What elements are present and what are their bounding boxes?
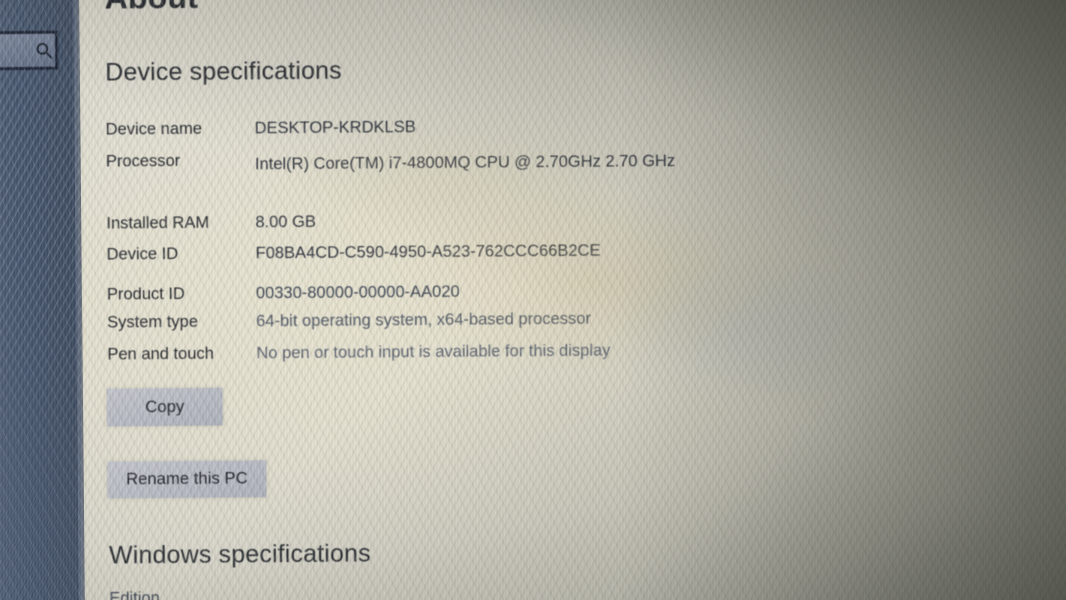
spec-row-installed-ram: Installed RAM 8.00 GB xyxy=(106,208,826,233)
spec-row-pen-and-touch: Pen and touch No pen or touch input is a… xyxy=(107,339,827,364)
spec-label-processor: Processor xyxy=(105,151,181,171)
spec-label-pen-and-touch: Pen and touch xyxy=(107,344,214,364)
spec-row-product-id: Product ID 00330-80000-00000-AA020 xyxy=(107,279,827,304)
spec-value-pen-and-touch: No pen or touch input is available for t… xyxy=(256,341,611,363)
spec-label-device-name: Device name xyxy=(105,119,203,139)
spec-value-installed-ram: 8.00 GB xyxy=(255,212,317,232)
spec-row-system-type: System type 64-bit operating system, x64… xyxy=(107,307,827,332)
windows-specifications-heading: Windows specifications xyxy=(108,539,371,570)
rename-this-pc-button[interactable]: Rename this PC xyxy=(107,460,267,499)
spec-label-product-id: Product ID xyxy=(106,284,185,304)
spec-value-processor: Intel(R) Core(TM) i7-4800MQ CPU @ 2.70GH… xyxy=(254,152,676,174)
spec-value-device-id: F08BA4CD-C590-4950-A523-762CCC66B2CE xyxy=(255,241,601,263)
about-page-content: About Device specifications Device name … xyxy=(0,0,1066,600)
device-specifications-heading: Device specifications xyxy=(105,56,342,87)
spec-label-installed-ram: Installed RAM xyxy=(106,213,210,233)
spec-row-device-name: Device name DESKTOP-KRDKLSB xyxy=(106,114,826,138)
spec-value-device-name: DESKTOP-KRDKLSB xyxy=(254,118,416,138)
page-title: About xyxy=(104,0,198,17)
spec-label-device-id: Device ID xyxy=(106,244,179,264)
spec-label-edition-partial: Edition xyxy=(109,589,160,600)
spec-value-product-id: 00330-80000-00000-AA020 xyxy=(255,282,460,303)
spec-row-device-id: Device ID F08BA4CD-C590-4950-A523-762CCC… xyxy=(107,239,827,264)
spec-value-system-type: 64-bit operating system, x64-based proce… xyxy=(256,309,591,331)
settings-about-screenshot: About Device specifications Device name … xyxy=(0,0,1066,600)
spec-row-processor: Processor Intel(R) Core(TM) i7-4800MQ CP… xyxy=(106,146,826,173)
spec-label-system-type: System type xyxy=(107,312,199,332)
copy-button[interactable]: Copy xyxy=(106,387,223,427)
